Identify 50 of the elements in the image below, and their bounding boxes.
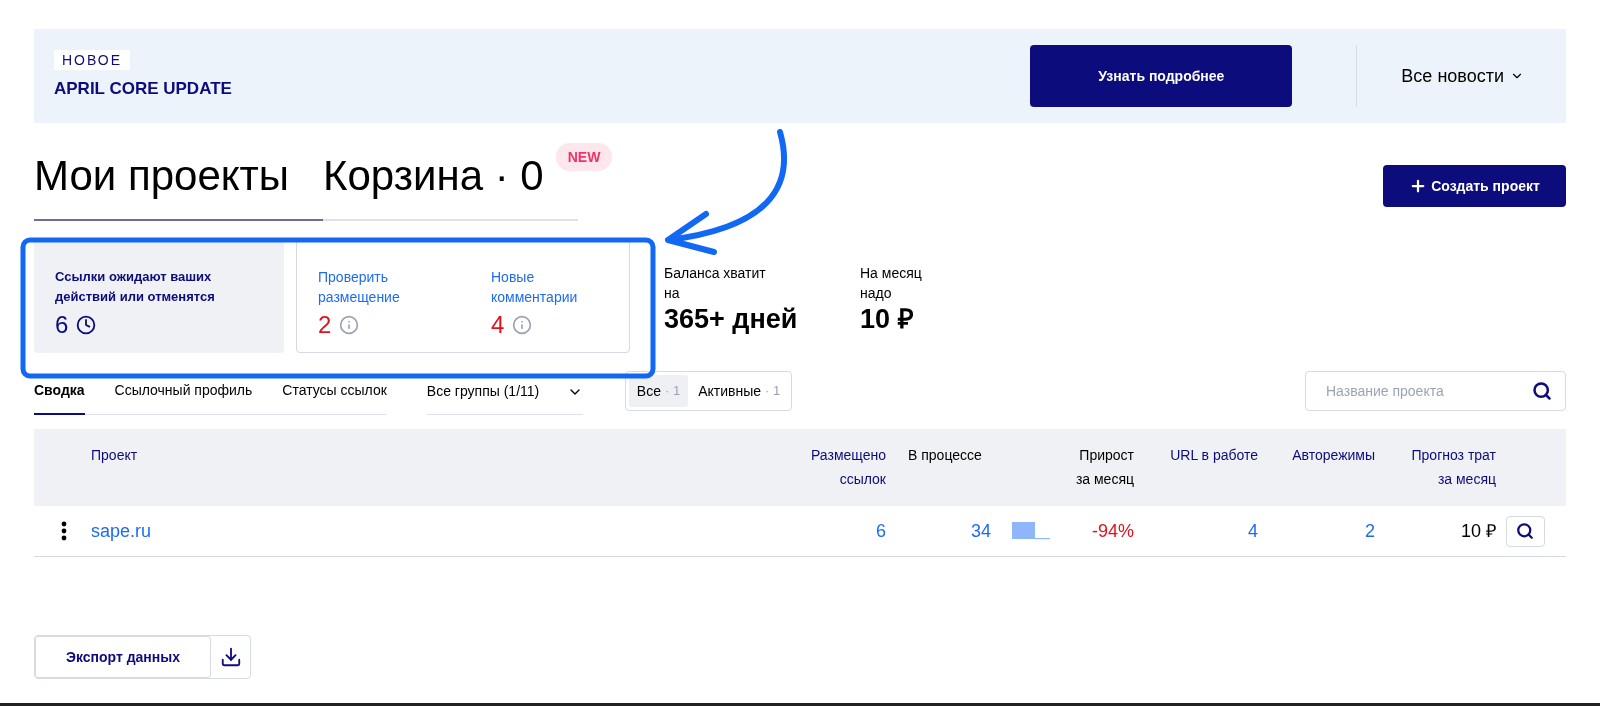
- stat-label: На месяц надо: [860, 264, 923, 303]
- sparkline-chart: [1012, 522, 1050, 540]
- search-button[interactable]: [1505, 515, 1545, 547]
- filter-option[interactable]: Активные · 1: [690, 375, 789, 407]
- table-cell-text: -94%: [1091, 519, 1134, 543]
- column-header[interactable]: Прирост за месяц: [1064, 443, 1134, 491]
- table-cell[interactable]: 34: [970, 517, 991, 545]
- table-cell[interactable]: 6: [876, 517, 886, 545]
- info-icon: [512, 315, 533, 335]
- stat-value: 365+ дней: [664, 303, 799, 335]
- table-cell[interactable]: 2: [1365, 517, 1375, 545]
- download-icon: [219, 646, 242, 668]
- pending-title: Ссылки ожидают ваших действий или отменятся: [55, 268, 216, 306]
- export-button[interactable]: Экспорт данных: [35, 636, 211, 678]
- page-tab[interactable]: Мои проекты: [34, 145, 324, 221]
- alert-count: 4: [491, 310, 505, 340]
- alert-link[interactable]: Проверить размещение: [318, 267, 435, 307]
- clock-icon: [76, 315, 97, 335]
- column-header[interactable]: Размещено ссылок: [796, 443, 886, 491]
- filter-option[interactable]: Все · 1: [628, 375, 689, 407]
- view-tab[interactable]: Сводка: [34, 380, 85, 415]
- view-tab[interactable]: Ссылочный профиль: [114, 380, 253, 415]
- column-header[interactable]: Проект: [91, 443, 138, 467]
- filter-count: · 1: [664, 382, 681, 401]
- stat-label: Баланса хватит на: [664, 264, 767, 303]
- alert-count: 2: [318, 310, 332, 340]
- column-header[interactable]: В процессе: [908, 443, 982, 467]
- column-header[interactable]: URL в работе: [1170, 443, 1258, 467]
- banner-title: APRIL CORE UPDATE: [54, 78, 233, 101]
- new-badge: NEW: [555, 143, 613, 171]
- table-cell[interactable]: 4: [1248, 517, 1258, 545]
- view-tab[interactable]: Статусы ссылок: [282, 380, 387, 415]
- filter-count: · 1: [765, 382, 781, 401]
- project-link[interactable]: sape.ru: [91, 517, 152, 545]
- search-icon: [1532, 381, 1552, 401]
- table-cell-text: 10 ₽: [1460, 519, 1496, 543]
- column-header[interactable]: Прогноз трат за месяц: [1396, 443, 1496, 491]
- all-news-dropdown[interactable]: Все новости: [1401, 62, 1524, 90]
- stat-value: 10 ₽: [860, 303, 915, 335]
- project-search-field[interactable]: Название проекта: [1305, 371, 1566, 411]
- info-icon: [339, 315, 360, 335]
- alert-link[interactable]: Новые комментарии: [491, 267, 608, 307]
- group-select[interactable]: Все группы (1/11): [426, 381, 583, 415]
- column-header[interactable]: Авторежимы: [1292, 443, 1375, 467]
- new-label: НОВОЕ: [54, 50, 131, 71]
- create-project-button[interactable]: Создать проект: [1383, 165, 1566, 207]
- search-icon: [1516, 522, 1534, 540]
- pending-count: 6: [55, 310, 69, 340]
- more-options-icon[interactable]: [60, 521, 67, 541]
- learn-more-button[interactable]: Узнать подробнее: [1030, 45, 1293, 107]
